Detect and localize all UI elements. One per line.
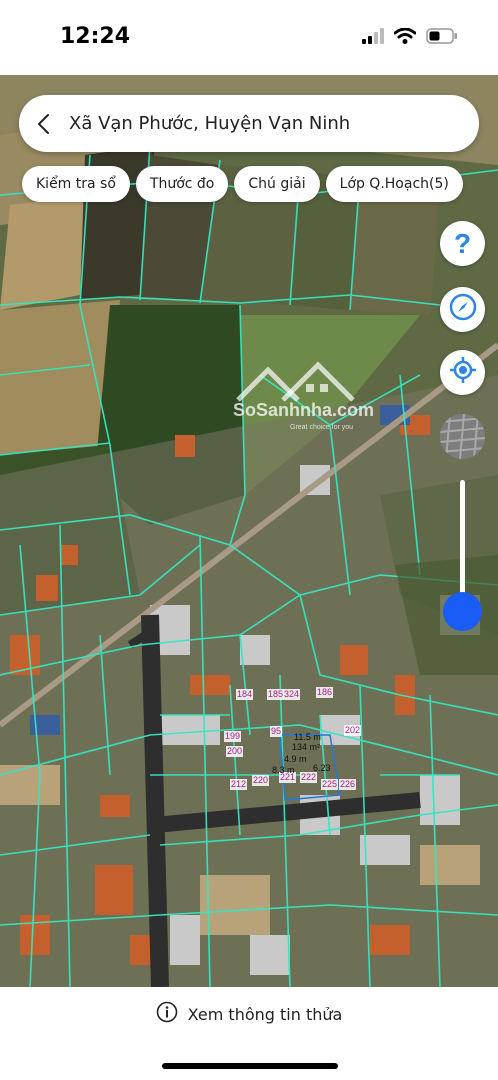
parcel-label[interactable]: 199	[224, 731, 242, 742]
parcel-label[interactable]: 212	[230, 779, 248, 790]
parcel-label[interactable]: 226	[339, 779, 357, 790]
status-icons	[362, 27, 458, 49]
chip-check-deed[interactable]: Kiểm tra sổ	[22, 166, 130, 202]
parcel-label[interactable]: 220	[252, 775, 270, 786]
parcel-label[interactable]: 225	[321, 779, 339, 790]
watermark-logo: SoSanhnha.com Great choice for you	[228, 360, 378, 440]
chip-planning-layers[interactable]: Lớp Q.Hoạch(5)	[325, 166, 463, 202]
opacity-slider-track[interactable]	[460, 480, 465, 610]
measurement-label: 6.23	[313, 763, 331, 773]
location-title[interactable]: Xã Vạn Phước, Huyện Vạn Ninh	[69, 113, 350, 134]
wifi-icon	[393, 27, 417, 49]
help-button[interactable]: ?	[440, 221, 485, 266]
measurement-label: 11.5 m	[294, 732, 321, 742]
parcel-label[interactable]: 222	[300, 772, 318, 783]
layers-icon	[440, 414, 485, 459]
parcel-label[interactable]: 186	[316, 687, 334, 698]
help-icon: ?	[453, 227, 472, 259]
home-indicator[interactable]	[162, 1063, 338, 1069]
info-icon	[156, 1001, 178, 1028]
parcel-info-button[interactable]: Xem thông tin thửa	[0, 1001, 498, 1028]
chip-legend[interactable]: Chú giải	[234, 166, 320, 202]
status-bar: 12:24	[0, 0, 498, 75]
measurement-label: 4.9 m	[284, 754, 307, 764]
crosshair-icon	[449, 356, 477, 389]
battery-icon	[426, 28, 458, 49]
measurement-label: 8.3 m	[272, 765, 295, 775]
layer-toggle-button[interactable]	[440, 414, 485, 459]
status-time: 12:24	[60, 24, 131, 49]
bottom-bar: Xem thông tin thửa	[0, 987, 498, 1080]
back-arrow-icon[interactable]	[19, 95, 69, 152]
search-bar[interactable]: Xã Vạn Phước, Huyện Vạn Ninh	[19, 95, 479, 152]
my-location-button[interactable]	[440, 350, 485, 395]
toolbar-chips: Kiểm tra sổ Thước đo Chú giải Lớp Q.Hoạc…	[22, 166, 463, 202]
parcel-label[interactable]: 185	[267, 689, 285, 700]
parcel-label[interactable]: 200	[226, 746, 244, 757]
signal-icon	[362, 28, 384, 49]
opacity-slider-knob[interactable]	[443, 592, 482, 631]
satellite-map[interactable]: SoSanhnha.com Great choice for you 184 1…	[0, 75, 498, 987]
chip-measure[interactable]: Thước đo	[135, 166, 229, 202]
parcel-label[interactable]: 95	[270, 726, 283, 737]
parcel-info-label: Xem thông tin thửa	[187, 1005, 343, 1024]
parcel-label[interactable]: 324	[283, 689, 301, 700]
watermark-brand: SoSanhnha.com	[233, 400, 375, 420]
measurement-label: 134 m²	[292, 742, 321, 752]
compass-icon	[448, 292, 478, 327]
watermark-tagline: Great choice for you	[290, 424, 354, 431]
parcel-label[interactable]: 202	[344, 725, 362, 736]
compass-button[interactable]	[440, 287, 485, 332]
parcel-label[interactable]: 184	[236, 689, 254, 700]
